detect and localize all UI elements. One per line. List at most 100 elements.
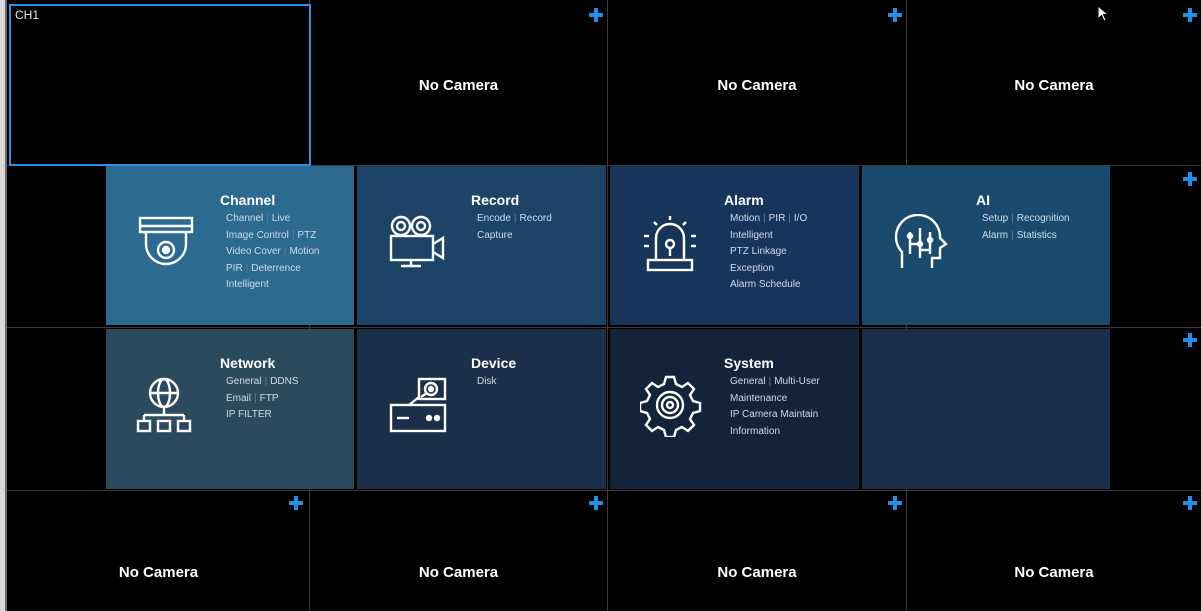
no-camera-label: No Camera [717,564,797,581]
link-separator: | [788,213,791,224]
link-separator: | [254,392,257,404]
menu-link[interactable]: Statistics [1017,230,1057,241]
menu-link[interactable]: I/O [794,213,807,224]
menu-tile-empty [862,329,1110,489]
add-camera-plus-icon[interactable] [1183,496,1197,510]
menu-link[interactable]: Motion [730,213,760,224]
menu-link[interactable]: Exception [730,263,774,274]
menu-link-row: General | Multi-User [730,374,820,391]
menu-link-row: Alarm | Statistics [982,228,1070,245]
menu-link[interactable]: Live [272,213,290,224]
menu-link[interactable]: Channel [226,213,263,224]
camera-cell[interactable]: No Camera [608,491,906,611]
add-camera-plus-icon[interactable] [289,496,303,510]
menu-link[interactable]: Video Cover [226,246,281,257]
camera-cell[interactable]: No Camera [310,0,607,165]
menu-link-row: Capture [477,228,552,245]
menu-link-row: IP FILTER [226,407,299,424]
menu-tile-device[interactable]: Device Disk [357,329,606,489]
mouse-cursor-icon [1097,5,1110,22]
menu-link[interactable]: PIR [226,263,243,274]
menu-tile-title: AI [976,192,990,208]
menu-link[interactable]: PIR [769,213,786,224]
no-camera-label: No Camera [118,564,199,581]
link-separator: | [245,262,249,274]
menu-tile-title: System [724,355,774,371]
menu-link-row: General | DDNS [226,374,299,391]
menu-link-row: Intelligent [730,228,807,245]
menu-link[interactable]: Intelligent [730,230,773,241]
menu-tile-links: Channel | Live Image Control | PTZ Video Cover… [226,211,319,294]
menu-link[interactable]: Multi-User [774,376,820,387]
menu-link[interactable]: PTZ Linkage [730,246,787,257]
menu-link[interactable]: General [730,376,766,387]
menu-tile-channel[interactable]: Channel Channel | Live Image Control | PTZ Vid… [106,166,354,325]
menu-link-row: Exception [730,261,807,278]
menu-link[interactable]: Email [226,393,251,404]
link-separator: | [1011,213,1014,224]
menu-link-row: Information [730,424,820,441]
menu-link[interactable]: General [226,376,262,387]
add-camera-plus-icon[interactable] [1183,8,1197,22]
menu-link-row: Channel | Live [226,211,319,228]
menu-link[interactable]: Alarm Schedule [730,279,801,290]
menu-tile-network[interactable]: Network General | DDNS Email | FTP IP FILTER [106,329,354,489]
add-camera-plus-icon[interactable] [888,8,902,22]
grid-line [7,327,1201,328]
camera-cell[interactable]: No Camera [310,491,607,611]
menu-link[interactable]: Disk [477,376,496,387]
left-edge-bar [0,0,7,611]
menu-link-row: Disk [477,374,496,391]
add-camera-plus-icon[interactable] [1183,333,1197,347]
camera-cell[interactable]: No Camera [608,0,906,165]
camera-cell[interactable]: No Camera [907,491,1201,611]
menu-link[interactable]: Deterrence [251,263,300,274]
menu-tile-links: General | Multi-User Maintenance IP Camera M… [730,374,820,440]
menu-link[interactable]: DDNS [270,376,298,387]
menu-link[interactable]: Encode [477,213,511,224]
menu-tile-title: Network [220,355,276,371]
menu-link[interactable]: Recognition [1017,213,1070,224]
link-separator: | [266,213,269,224]
channel-cell-ch1[interactable]: CH1 [9,4,311,166]
menu-link-row: IP Camera Maintain [730,407,820,424]
menu-tile-record[interactable]: Record Encode | Record Capture [357,166,606,325]
menu-tile-system[interactable]: System General | Multi-User Maintenance IP C… [610,329,859,489]
menu-tile-alarm[interactable]: Alarm Motion | PIR | I/O Intelligent PTZ Linka… [610,166,859,325]
menu-link[interactable]: PTZ [297,230,316,241]
menu-tile-links: Motion | PIR | I/O Intelligent PTZ Linkage Exce… [730,211,807,294]
menu-tile-links: General | DDNS Email | FTP IP FILTER [226,374,299,424]
add-camera-plus-icon[interactable] [589,8,603,22]
menu-link-row: Maintenance [730,391,820,408]
menu-link[interactable]: Alarm [982,230,1008,241]
menu-link[interactable]: Capture [477,230,513,241]
menu-link[interactable]: Maintenance [730,393,787,404]
camera-cell[interactable]: No Camera [907,0,1201,165]
no-camera-label: No Camera [1014,77,1094,94]
menu-link[interactable]: IP Camera Maintain [730,409,818,420]
menu-link-row: PIR | Deterrence [226,261,319,278]
add-camera-plus-icon[interactable] [1183,172,1197,186]
menu-link[interactable]: Information [730,426,780,437]
network-globe-icon [136,377,192,433]
no-camera-label: No Camera [1014,564,1094,581]
menu-link[interactable]: Setup [982,213,1008,224]
film-camera-icon [389,215,445,268]
menu-link[interactable]: FTP [260,393,279,404]
menu-tile-title: Alarm [724,192,764,208]
menu-tile-ai[interactable]: AI Setup | Recognition Alarm | Statistics [862,166,1110,325]
menu-link[interactable]: Record [520,213,552,224]
menu-link[interactable]: IP FILTER [226,409,272,420]
menu-link-row: Setup | Recognition [982,211,1070,228]
no-camera-label: No Camera [418,77,499,94]
gear-icon [640,375,702,437]
add-camera-plus-icon[interactable] [888,496,902,510]
camera-cell[interactable]: No Camera [8,491,309,611]
add-camera-plus-icon[interactable] [589,496,603,510]
menu-link[interactable]: Motion [289,246,319,257]
menu-link-row: Video Cover | Motion [226,244,319,261]
device-dvr-icon [389,377,447,433]
menu-link[interactable]: Intelligent [226,279,269,290]
menu-link[interactable]: Image Control [226,230,289,241]
menu-link-row: PTZ Linkage [730,244,807,261]
